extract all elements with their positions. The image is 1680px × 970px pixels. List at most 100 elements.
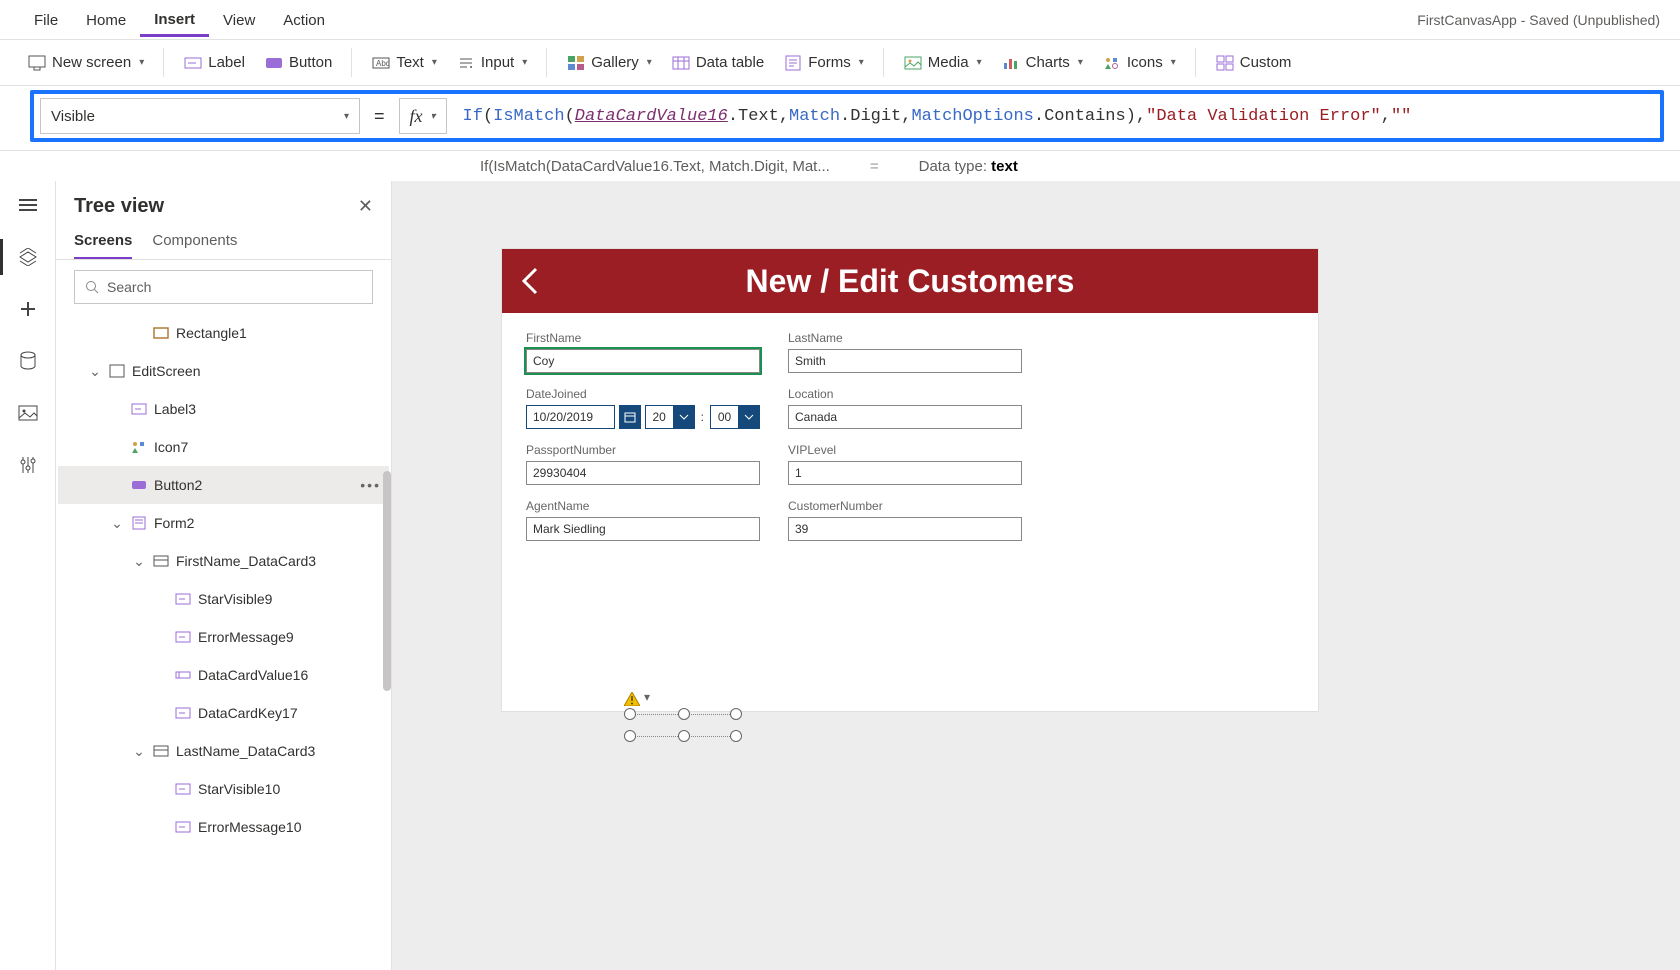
tree-list[interactable]: Rectangle1 ⌄EditScreenLabel3Icon7 Button2 •… [56,314,391,970]
tree-item-starvisible10[interactable]: StarVisible10 [58,770,389,808]
lastname-input[interactable]: Smith [788,349,1022,373]
top-menu-bar: File Home Insert View Action FirstCanvas… [0,0,1680,40]
tab-screens[interactable]: Screens [74,226,132,259]
app-preview: New / Edit Customers FirstName Coy LastN… [502,249,1318,711]
field-vip: VIPLevel 1 [788,443,1050,485]
property-selector[interactable]: Visible ▾ [40,98,360,134]
passport-label: PassportNumber [526,443,760,457]
tree-item-label: ErrorMessage10 [198,819,302,835]
tree-item-firstname_datacard3[interactable]: ⌄FirstName_DataCard3 [58,542,389,580]
tree-tabs: Screens Components [56,226,391,260]
agent-input[interactable]: Mark Siedling [526,517,760,541]
hour-select[interactable]: 20 [645,405,695,429]
minute-select[interactable]: 00 [710,405,760,429]
tree-scrollbar[interactable] [383,471,391,691]
lab-icon [174,780,192,798]
text-dropdown[interactable]: Abc Text ▾ [364,50,445,76]
formula-input[interactable]: If(IsMatch(DataCardValue16.Text, Match.D… [457,98,1654,134]
forms-icon [784,54,802,72]
icons-dropdown[interactable]: Icons ▾ [1095,50,1184,76]
menu-view[interactable]: View [209,4,269,35]
chevron-down-icon[interactable]: ⌄ [110,515,124,532]
tree-item-form2[interactable]: ⌄ Form2 [58,504,389,542]
search-input[interactable]: Search [74,270,373,304]
selected-control-handles[interactable]: ▾ [630,704,738,748]
chevron-down-icon [673,405,695,429]
chevron-down-icon[interactable]: ⌄ [132,743,146,760]
menu-action[interactable]: Action [269,4,339,35]
input-dropdown[interactable]: Input ▾ [449,50,535,76]
tree-item-label: Form2 [154,515,194,531]
advanced-rail-button[interactable] [16,453,40,477]
tree-item-button2[interactable]: Button2 ••• [58,466,389,504]
tree-item-starvisible9[interactable]: StarVisible9 [58,580,389,618]
tree-item-label: ErrorMessage9 [198,629,294,645]
firstname-input[interactable]: Coy [526,349,760,373]
chevron-down-icon: ▾ [1171,57,1176,68]
charts-icon [1002,54,1020,72]
data-rail-button[interactable] [16,349,40,373]
menu-home[interactable]: Home [72,4,140,35]
custom-button[interactable]: Custom [1208,50,1300,76]
custno-input[interactable]: 39 [788,517,1022,541]
field-agent: AgentName Mark Siedling [526,499,788,541]
passport-input[interactable]: 29930404 [526,461,760,485]
tree-item-errormessage10[interactable]: ErrorMessage10 [58,808,389,846]
vip-label: VIPLevel [788,443,1022,457]
gallery-dropdown[interactable]: Gallery ▾ [559,50,660,76]
forms-dropdown[interactable]: Forms ▾ [776,50,872,76]
vip-input[interactable]: 1 [788,461,1022,485]
menu-insert[interactable]: Insert [140,3,209,37]
firstname-label: FirstName [526,331,760,345]
form-icon [130,514,148,532]
tree-item-label3[interactable]: Label3 [58,390,389,428]
svg-text:Abc: Abc [376,59,390,68]
icons-label: Icons [1127,54,1163,71]
hamburger-button[interactable] [16,193,40,217]
tree-item-datacardvalue16[interactable]: DataCardValue16 [58,656,389,694]
more-icon[interactable]: ••• [360,477,381,493]
search-placeholder: Search [107,279,151,295]
location-input[interactable]: Canada [788,405,1022,429]
fx-button[interactable]: fx▾ [399,98,447,134]
tree-item-icon7[interactable]: Icon7 [58,428,389,466]
datatable-button[interactable]: Data table [664,50,772,76]
chevron-down-icon: ▾ [1078,57,1083,68]
left-rail [0,181,56,970]
datejoined-label: DateJoined [526,387,760,401]
insert-rail-button[interactable] [16,297,40,321]
tree-item-rectangle1[interactable]: Rectangle1 [58,314,389,352]
media-dropdown[interactable]: Media ▾ [896,50,990,76]
button-button[interactable]: Button [257,50,340,76]
close-icon[interactable]: ✕ [358,196,373,217]
search-icon [85,280,99,294]
chevron-down-icon [738,405,760,429]
tree-item-label: Rectangle1 [176,325,247,341]
tree-item-editscreen[interactable]: ⌄EditScreen [58,352,389,390]
chevron-down-icon[interactable]: ⌄ [132,553,146,570]
button-icon [130,476,148,494]
back-icon[interactable] [518,265,540,297]
label-button[interactable]: Label [176,50,253,76]
charts-dropdown[interactable]: Charts ▾ [994,50,1091,76]
date-input[interactable]: 10/20/2019 [526,405,615,429]
tree-item-lastname_datacard3[interactable]: ⌄LastName_DataCard3 [58,732,389,770]
treeview-rail-button[interactable] [16,245,40,269]
calendar-icon[interactable] [619,405,641,429]
chevron-down-icon[interactable]: ⌄ [88,363,102,380]
canvas-area[interactable]: New / Edit Customers FirstName Coy LastN… [392,181,1680,970]
chevron-down-icon: ▾ [859,57,864,68]
tree-item-label: Button2 [154,477,202,493]
media-rail-button[interactable] [16,401,40,425]
tree-view-title: Tree view [74,195,164,218]
app-header: New / Edit Customers [502,249,1318,313]
menu-file[interactable]: File [20,4,72,35]
chevron-down-icon: ▾ [139,57,144,68]
property-name: Visible [51,108,95,125]
new-screen-button[interactable]: New screen ▾ [20,50,152,76]
tree-item-datacardkey17[interactable]: DataCardKey17 [58,694,389,732]
chevron-down-icon[interactable]: ▾ [644,690,650,704]
field-datejoined: DateJoined 10/20/2019 20 : 00 [526,387,788,429]
tab-components[interactable]: Components [152,226,237,259]
tree-item-errormessage9[interactable]: ErrorMessage9 [58,618,389,656]
